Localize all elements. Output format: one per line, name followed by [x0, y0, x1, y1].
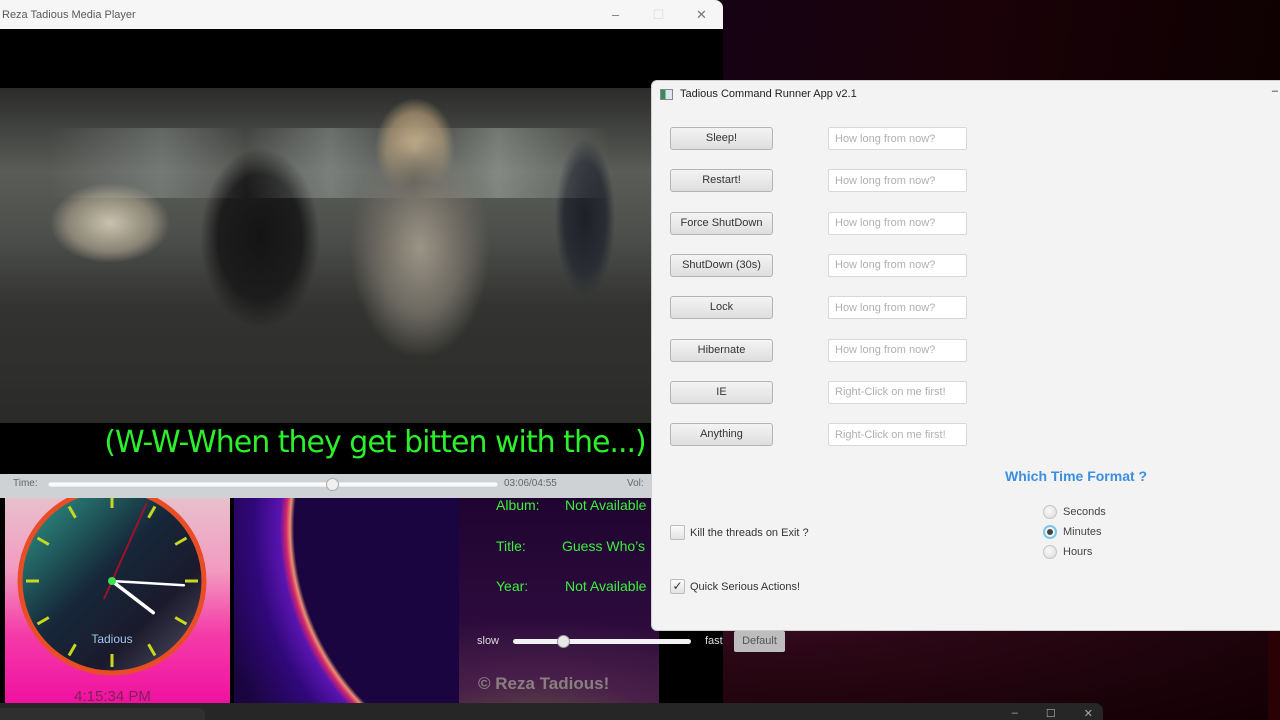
kill-threads-checkbox[interactable]: [670, 525, 685, 540]
command-button-restart[interactable]: Restart!: [670, 169, 773, 193]
speed-slider-thumb[interactable]: [556, 635, 570, 648]
radio-hours[interactable]: Hours: [1043, 545, 1092, 559]
media-player-titlebar[interactable]: Reza Tadious Media Player – ☐ ✕: [0, 0, 723, 29]
maximize-button[interactable]: ☐: [1046, 707, 1056, 720]
command-button-anything[interactable]: Anything: [670, 423, 773, 447]
command-delay-input[interactable]: [828, 296, 967, 320]
command-delay-input[interactable]: [828, 211, 967, 235]
default-speed-button[interactable]: Default: [734, 631, 785, 652]
time-format-heading: Which Time Format ?: [1005, 468, 1148, 484]
media-player-window: Reza Tadious Media Player – ☐ ✕ (W-W-Whe…: [0, 0, 723, 706]
clock-panel: Tadious 4:15:34 PM: [5, 498, 230, 706]
close-button[interactable]: ✕: [1084, 707, 1093, 720]
radio-button-seconds[interactable]: [1043, 505, 1057, 519]
command-runner-window: Tadious Command Runner App v2.1 – Sleep!…: [651, 80, 1280, 631]
quick-actions-label: Quick Serious Actions!: [690, 580, 801, 593]
media-player-title: Reza Tadious Media Player: [2, 8, 136, 21]
title-label: Title:: [496, 538, 526, 554]
speed-fast-label: fast: [705, 635, 723, 647]
subtitle-text: (W-W-When they get bitten with the...): [104, 425, 646, 460]
title-value: Guess Who’s: [562, 538, 645, 554]
app-icon: [660, 89, 673, 100]
radio-minutes-label: Minutes: [1063, 526, 1102, 538]
album-label: Album:: [496, 497, 540, 513]
video-area[interactable]: [0, 29, 723, 479]
maximize-button[interactable]: ☐: [637, 0, 680, 29]
clock-center-pin: [108, 577, 116, 585]
quick-actions-checkbox-row[interactable]: ✓ Quick Serious Actions!: [670, 579, 800, 594]
close-button[interactable]: ✕: [680, 0, 723, 29]
command-delay-input[interactable]: [828, 338, 967, 362]
speed-slider[interactable]: [513, 635, 691, 648]
radio-button-hours[interactable]: [1043, 545, 1057, 559]
command-button-lock[interactable]: Lock: [670, 296, 773, 320]
seek-bar: Time: 03:06/04:55 Vol:: [0, 474, 660, 498]
radio-seconds-label: Seconds: [1063, 506, 1106, 518]
analog-clock: Tadious: [17, 498, 207, 676]
minimize-button[interactable]: –: [1272, 85, 1278, 97]
background-window-tab[interactable]: [0, 708, 205, 720]
time-label: Time:: [13, 478, 38, 489]
time-position: 03:06/04:55: [504, 478, 557, 489]
video-scene: [50, 128, 610, 198]
command-delay-input[interactable]: [828, 380, 967, 404]
volume-label: Vol:: [627, 478, 644, 489]
command-button-ie[interactable]: IE: [670, 380, 773, 404]
seek-slider-thumb[interactable]: [325, 478, 339, 491]
radio-minutes[interactable]: Minutes: [1043, 525, 1102, 539]
album-art: [234, 498, 459, 706]
radio-seconds[interactable]: Seconds: [1043, 505, 1106, 519]
copyright-text: © Reza Tadious!: [478, 674, 610, 693]
command-runner-title: Tadious Command Runner App v2.1: [680, 88, 857, 100]
year-value: Not Available: [565, 578, 647, 594]
command-button-hibernate[interactable]: Hibernate: [670, 338, 773, 362]
desktop-edge: [1268, 630, 1280, 720]
command-delay-input[interactable]: [828, 423, 967, 447]
clock-brand: Tadious: [91, 632, 132, 646]
quick-actions-checkbox-checked[interactable]: ✓: [670, 579, 685, 594]
seek-slider[interactable]: [48, 478, 498, 491]
command-delay-input[interactable]: [828, 127, 967, 150]
minimize-button[interactable]: –: [594, 0, 637, 29]
speed-slow-label: slow: [477, 635, 500, 647]
video-frame[interactable]: [0, 88, 660, 423]
radio-hours-label: Hours: [1063, 546, 1093, 558]
command-delay-input[interactable]: [828, 253, 967, 277]
command-button-force-shutdown[interactable]: Force ShutDown: [670, 211, 773, 235]
album-value: Not Available: [565, 497, 647, 513]
background-window: – ☐ ✕: [0, 703, 1103, 720]
kill-threads-checkbox-row[interactable]: Kill the threads on Exit ?: [670, 525, 809, 540]
command-button-sleep[interactable]: Sleep!: [670, 127, 773, 150]
command-delay-input[interactable]: [828, 169, 967, 193]
minimize-button[interactable]: –: [1012, 707, 1018, 720]
kill-threads-label: Kill the threads on Exit ?: [690, 526, 809, 539]
command-button-shutdown-30s[interactable]: ShutDown (30s): [670, 253, 773, 277]
year-label: Year:: [496, 578, 529, 594]
radio-button-minutes[interactable]: [1043, 525, 1057, 539]
